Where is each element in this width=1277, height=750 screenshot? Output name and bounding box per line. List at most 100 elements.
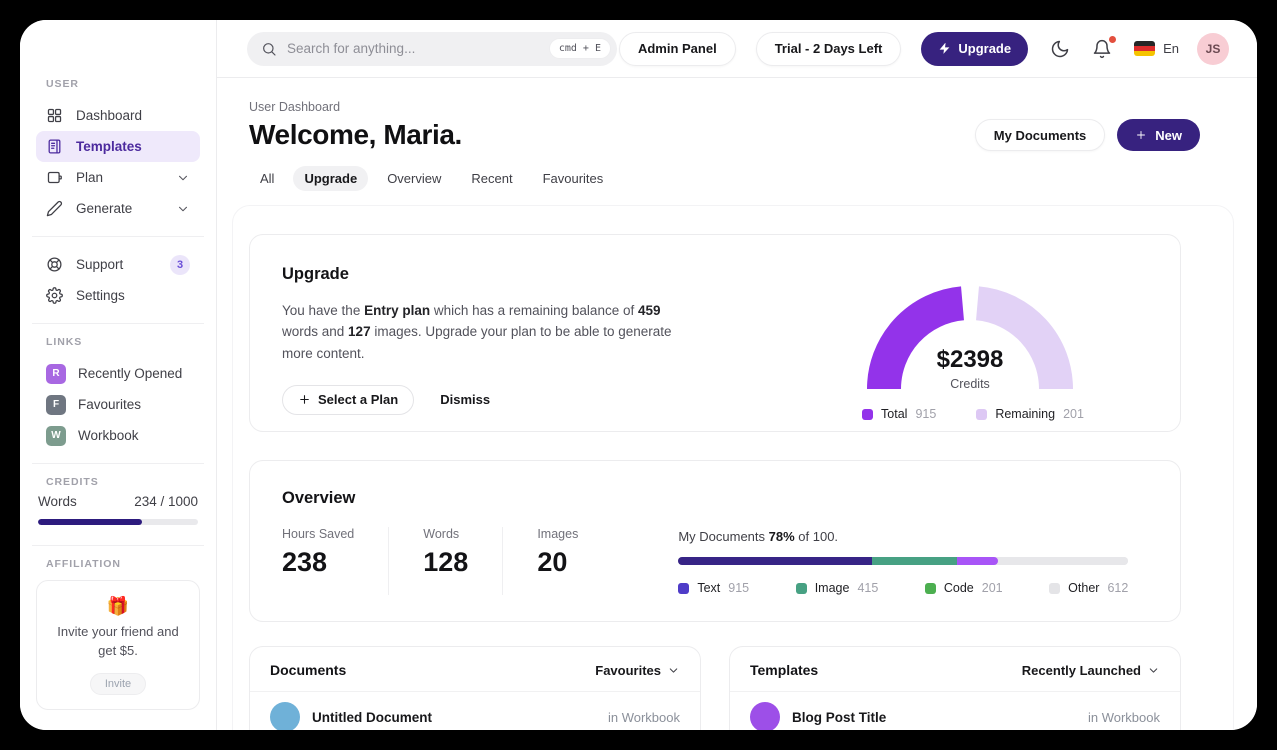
sidebar-link-favourites[interactable]: F Favourites: [36, 389, 200, 420]
upgrade-button-label: Upgrade: [958, 41, 1012, 56]
credits-gauge-block: $2398 Credits Total 915 Remaining 201: [820, 235, 1126, 431]
link-initial-badge: F: [46, 394, 66, 415]
user-avatar[interactable]: JS: [1197, 32, 1229, 65]
legend-swatch: [678, 582, 690, 594]
admin-panel-button[interactable]: Admin Panel: [618, 31, 736, 66]
documents-stacked-bar: [678, 557, 1129, 565]
upgrade-card-actions: Select a Plan Dismiss: [282, 384, 702, 415]
sidebar-item-label: Templates: [76, 139, 142, 154]
sidebar-item-templates[interactable]: Templates: [36, 131, 200, 162]
content-area: User Dashboard Welcome, Maria. My Docume…: [217, 78, 1257, 730]
sidebar-nav: Dashboard Templates Plan Generate: [36, 100, 200, 224]
legend-name: Text: [697, 581, 721, 595]
tab-overview[interactable]: Overview: [376, 166, 452, 191]
template-list-item[interactable]: Blog Post Title in Workbook: [730, 692, 1180, 730]
link-initial-badge: W: [46, 425, 66, 446]
template-avatar: [750, 702, 780, 730]
legend-name: Remaining: [995, 407, 1056, 421]
document-location: in Workbook: [607, 709, 680, 725]
legend-name: Other: [1068, 581, 1100, 595]
gauge-value: $2398: [936, 346, 1004, 373]
moon-icon: [1050, 40, 1070, 63]
tab-all[interactable]: All: [249, 166, 285, 191]
sidebar-section-links: LINKS: [46, 336, 83, 348]
templates-card-header: Templates Recently Launched: [730, 647, 1180, 692]
search-bar[interactable]: cmd + E: [247, 31, 617, 66]
dismiss-button[interactable]: Dismiss: [440, 392, 490, 407]
tab-recent[interactable]: Recent: [460, 166, 523, 191]
search-input[interactable]: [287, 41, 549, 56]
gear-icon: [46, 287, 64, 305]
divider: [32, 463, 204, 464]
sidebar-section-affiliation: AFFILIATION: [46, 558, 121, 570]
sidebar-item-label: Plan: [76, 170, 104, 185]
tab-favourites[interactable]: Favourites: [532, 166, 615, 191]
templates-card: Templates Recently Launched Blog Post Ti…: [729, 646, 1181, 730]
document-list-item[interactable]: Untitled Document in Workbook: [250, 692, 700, 730]
notifications-button[interactable]: [1092, 35, 1117, 59]
legend-item-other: Other 612: [1049, 581, 1128, 595]
link-label: Recently Opened: [78, 366, 183, 381]
app-window: USER Dashboard Templates Plan Generate Supp…: [20, 20, 1257, 730]
wallet-icon: [46, 169, 64, 187]
templates-card-title: Templates: [750, 662, 819, 678]
legend-item-total: Total 915: [862, 407, 936, 421]
sidebar-item-support[interactable]: Support 3: [36, 249, 200, 280]
tab-upgrade[interactable]: Upgrade: [293, 166, 369, 191]
select-plan-button[interactable]: Select a Plan: [282, 384, 415, 415]
legend-value: 612: [1107, 581, 1129, 595]
gauge-label: Credits: [950, 377, 990, 391]
legend-swatch: [862, 408, 874, 420]
legend-name: Image: [814, 581, 850, 595]
legend-value: 415: [857, 581, 879, 595]
search-icon: [261, 41, 277, 57]
stat-hours-saved: Hours Saved 238: [282, 527, 390, 595]
overview-card-title: Overview: [282, 489, 356, 507]
my-documents-button[interactable]: My Documents: [974, 119, 1106, 151]
credits-progress-fill: [38, 519, 142, 525]
support-count-badge: 3: [170, 254, 190, 275]
sidebar-item-settings[interactable]: Settings: [36, 280, 200, 311]
stat-images: Images 20: [537, 527, 612, 595]
upgrade-button[interactable]: Upgrade: [921, 31, 1029, 66]
header-row: Welcome, Maria. My Documents New: [249, 119, 1257, 151]
gauge-legend: Total 915 Remaining 201: [820, 407, 1126, 421]
sidebar-item-plan[interactable]: Plan: [36, 162, 200, 193]
sidebar-item-dashboard[interactable]: Dashboard: [36, 100, 200, 131]
legend-item-text: Text 915: [678, 581, 749, 595]
bar-segment-text: [678, 557, 872, 565]
legend-swatch: [795, 582, 807, 594]
sidebar: USER Dashboard Templates Plan Generate Supp…: [20, 20, 217, 730]
stat-label: Images: [537, 527, 579, 541]
documents-filter-dropdown[interactable]: Favourites: [595, 663, 680, 678]
sidebar-link-recently-opened[interactable]: R Recently Opened: [36, 358, 200, 389]
credits-label: Words: [38, 494, 77, 509]
dark-mode-toggle[interactable]: [1050, 39, 1070, 59]
divider: [32, 236, 204, 237]
template-title: Blog Post Title: [792, 709, 887, 725]
link-initial-badge: R: [46, 363, 66, 384]
notification-dot: [1109, 35, 1117, 43]
stat-value: 238: [282, 547, 328, 577]
language-flag-germany[interactable]: [1134, 41, 1156, 56]
bottom-cards-row: Documents Favourites Untitled Document i…: [249, 646, 1181, 730]
sidebar-item-label: Settings: [76, 288, 125, 303]
credits-row: Words 234 / 1000: [36, 494, 200, 509]
language-label[interactable]: En: [1163, 41, 1179, 56]
upgrade-card: Upgrade You have the Entry plan which ha…: [249, 234, 1181, 432]
gift-icon: 🎁: [106, 596, 130, 616]
invite-button[interactable]: Invite: [89, 672, 147, 695]
sidebar-links: R Recently Opened F Favourites W Workbook: [36, 358, 200, 451]
stat-value: 128: [423, 547, 469, 577]
credits-gauge: $2398 Credits: [820, 261, 1120, 391]
sidebar-link-workbook[interactable]: W Workbook: [36, 420, 200, 451]
templates-filter-dropdown[interactable]: Recently Launched: [1022, 663, 1160, 678]
trial-badge-button[interactable]: Trial - 2 Days Left: [755, 31, 902, 66]
bar-segment-code: [957, 557, 998, 565]
tab-bar: All Upgrade Overview Recent Favourites: [249, 166, 1257, 191]
grid-icon: [46, 107, 64, 125]
new-button[interactable]: New: [1117, 119, 1200, 151]
overview-card: Overview Hours Saved 238 Words 128 Images 20 …: [249, 460, 1181, 622]
sidebar-item-generate[interactable]: Generate: [36, 193, 200, 224]
journal-icon: [46, 138, 64, 156]
